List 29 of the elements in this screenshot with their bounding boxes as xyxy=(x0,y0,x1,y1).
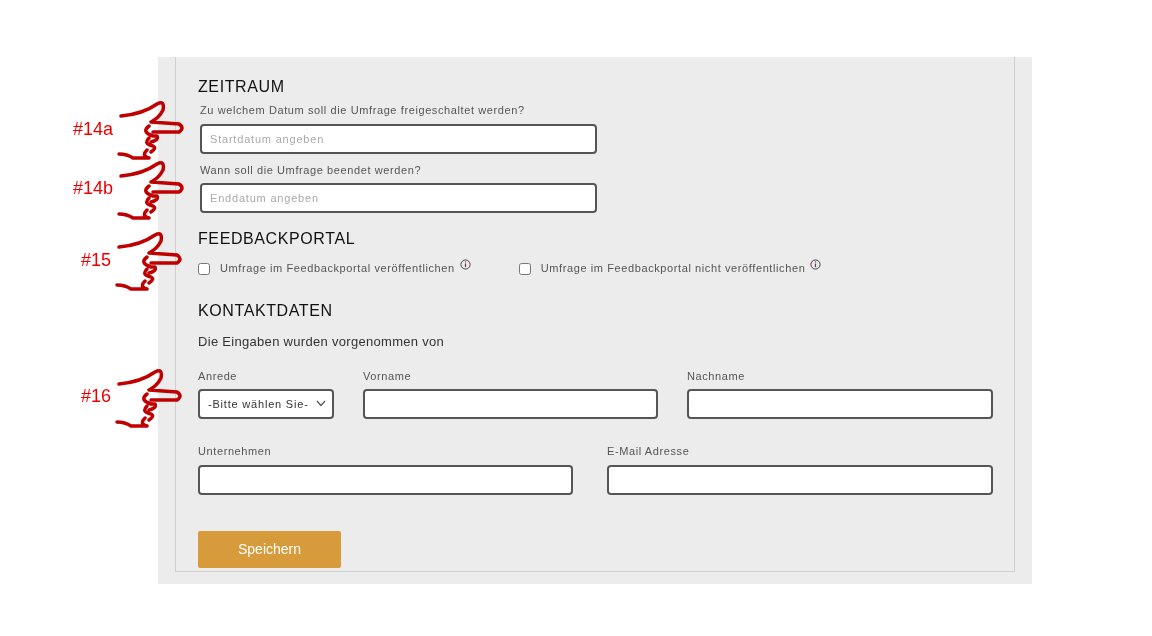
annotation-label: #14a xyxy=(71,117,113,141)
text-input-field[interactable] xyxy=(363,389,658,420)
section-heading: KONTAKTDATEN xyxy=(198,300,334,321)
field-label: Wann soll die Umfrage beendet werden? xyxy=(200,162,423,178)
checkbox[interactable] xyxy=(198,262,210,275)
select-field[interactable]: -Bitte wählen Sie- xyxy=(198,389,334,420)
annotation-label: #14b xyxy=(71,177,113,201)
option-label: Umfrage im Feedbackportal veröffentlichen xyxy=(220,261,455,277)
field-label: Nachname xyxy=(687,368,746,384)
section-heading: ZEITRAUM xyxy=(198,77,286,97)
field-label: Zu welchem Datum soll die Umfrage freigeschaltet werden? xyxy=(200,103,526,119)
info-icon xyxy=(810,259,822,271)
field-label: E-Mail Adresse xyxy=(607,444,691,460)
date-input-field[interactable]: Startdatum angeben xyxy=(200,123,597,154)
text-input-field[interactable] xyxy=(198,464,573,495)
date-input-field[interactable]: Enddatum angeben xyxy=(200,183,597,214)
info-icon xyxy=(459,259,471,271)
chevron-icon xyxy=(316,400,326,408)
intro-text: Die Eingaben wurden vorgenommen von xyxy=(198,333,446,352)
field-label: Anrede xyxy=(198,368,239,384)
checkbox[interactable] xyxy=(518,262,531,275)
text-input-field[interactable] xyxy=(687,389,993,420)
field-label: Unternehmen xyxy=(198,444,273,460)
option-label: Umfrage im Feedbackportal nicht veröffentlichen xyxy=(540,261,806,277)
field-label: Vorname xyxy=(363,368,413,384)
text-input-field[interactable] xyxy=(607,464,993,495)
annotation-label: #16 xyxy=(79,385,111,409)
section-heading: FEEDBACKPORTAL xyxy=(198,229,357,249)
annotation-label: #15 xyxy=(79,248,111,272)
